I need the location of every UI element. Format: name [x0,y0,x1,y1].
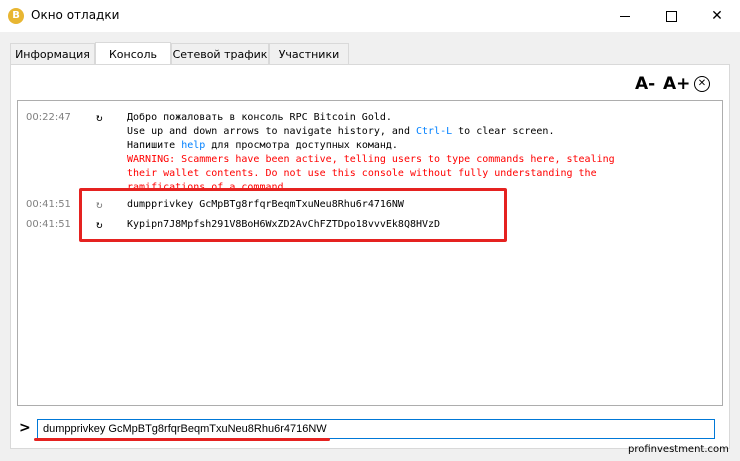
welcome-line-2-text: Use up and down arrows to navigate histo… [127,126,416,137]
warning-text-2: their wallet contents. Do not use this c… [127,168,597,179]
warning-line-2: their wallet contents. Do not use this c… [127,167,597,181]
font-decrease-button[interactable]: A- [635,74,655,94]
warning-text-1: WARNING: Scammers have been active, tell… [127,154,615,165]
prompt-icon: > [19,420,31,436]
underline-annotation [34,438,330,441]
clear-console-button[interactable]: ✕ [694,76,710,92]
watermark: profinvestment.com [628,444,729,455]
console-input[interactable]: dumpprivkey GcMpBTg8rfqrBeqmTxuNeu8Rhu6r… [37,419,715,439]
tab-information[interactable]: Информация [10,43,95,64]
tab-network-traffic[interactable]: Сетевой трафик [171,43,269,64]
welcome-line-2: Use up and down arrows to navigate histo… [127,125,554,139]
welcome-line-2-tail: to clear screen. [452,126,555,137]
maximize-button[interactable] [648,0,694,32]
bitcoin-gold-icon: B [8,8,24,24]
minimize-icon [620,15,630,17]
ctrl-l-key: Ctrl-L [415,126,453,137]
message-timestamp: 00:41:51 [26,199,71,210]
message-timestamp: 00:41:51 [26,219,71,230]
tab-console[interactable]: Консоль [95,42,171,65]
help-link[interactable]: help [181,140,205,151]
reply-icon: ↻ [96,111,103,124]
welcome-line-3-tail: для просмотра доступных команд. [205,140,398,151]
console-output[interactable]: 00:22:47 ↻ Добро пожаловать в консоль RP… [17,100,723,406]
close-icon: ✕ [711,8,723,24]
welcome-line-1: Добро пожаловать в консоль RPC Bitcoin G… [127,112,392,123]
welcome-line-3: Напишите help для просмотра доступных ко… [127,139,398,153]
maximize-icon [665,10,677,22]
title-bar: B Окно отладки ✕ [0,0,740,32]
close-button[interactable]: ✕ [694,0,740,32]
tab-peers[interactable]: Участники [269,43,349,64]
warning-line-1: WARNING: Scammers have been active, tell… [127,153,615,167]
minimize-button[interactable] [602,0,648,32]
highlight-annotation [79,188,507,242]
window-title: Окно отладки [31,8,120,22]
message-timestamp: 00:22:47 [26,112,71,123]
welcome-line-3-text: Напишите [127,140,182,151]
font-increase-button[interactable]: A+ [663,74,690,94]
